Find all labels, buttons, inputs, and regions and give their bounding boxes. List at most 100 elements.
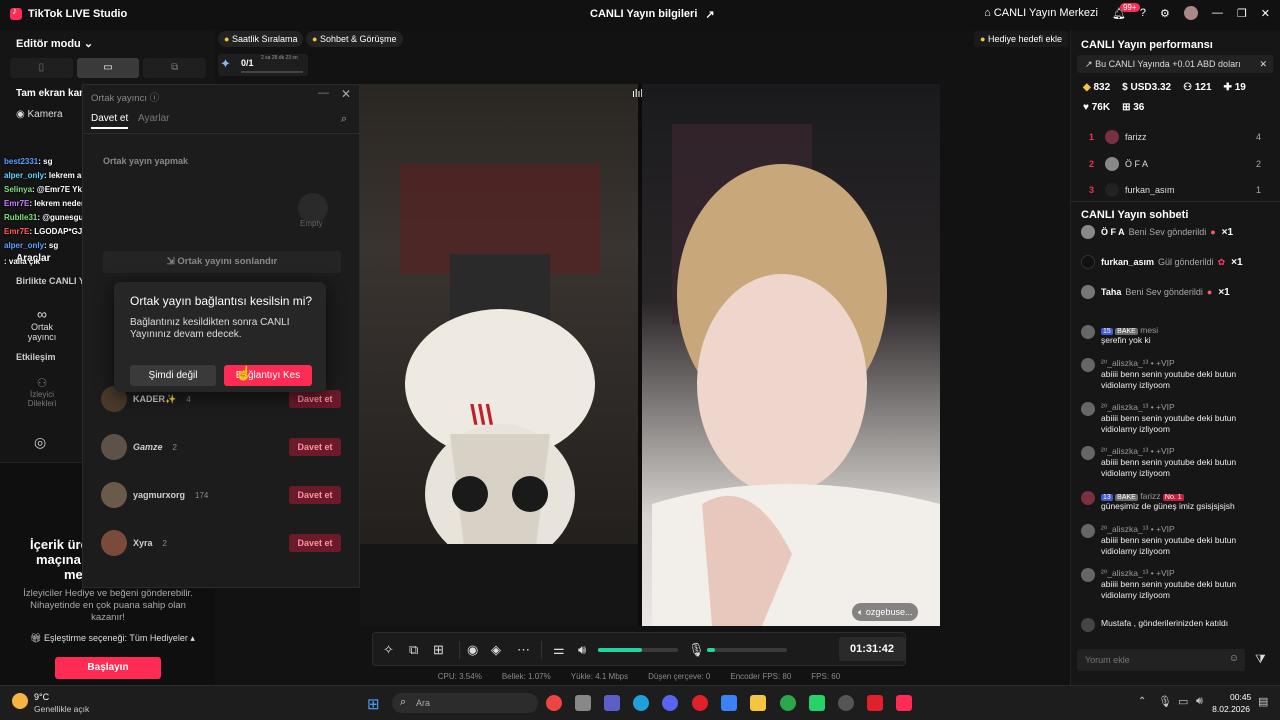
portrait-mode-tab[interactable]: ▯ [10,58,73,78]
minimize-icon[interactable]: — [318,87,329,99]
landscape-mode-tab[interactable]: ▭ [76,58,140,78]
close-icon[interactable]: ✕ [1259,55,1267,73]
help-icon[interactable]: ? [1140,7,1146,19]
chat-call-pill[interactable]: ● Sohbet & Görüşme [306,31,403,47]
end-cohost-button[interactable]: ⇲ Ortak yayını sonlandır [103,251,341,273]
live-center-button[interactable]: ⌂ CANLI Yayın Merkezi [984,7,1098,19]
editor-mode-dropdown[interactable]: Editör modu ⌄ [16,37,93,50]
start-button[interactable]: Başlayın [55,657,161,679]
teams-icon[interactable] [604,695,620,711]
camera-source[interactable]: ◉ Kamera [16,109,63,120]
comment-input[interactable] [1077,649,1217,671]
youtube-icon[interactable] [867,695,883,711]
dialog-body: Bağlantınız kesildikten sonra CANLI Yayı… [130,317,290,340]
invite-button[interactable]: Davet et [289,534,341,552]
discord-icon[interactable] [662,695,678,711]
notification-bell-icon[interactable]: 🔔︎ 99+ [1112,2,1140,20]
live-info-button[interactable]: CANLI Yayın bilgileri ↗ [590,8,715,21]
chrome-alt-icon[interactable] [780,695,796,711]
avatar [1105,157,1119,171]
edge-icon[interactable] [633,695,649,711]
fan-badge: BAKE [1115,494,1138,501]
obs-icon[interactable] [838,695,854,711]
opera-icon[interactable] [692,695,708,711]
chrome-icon[interactable] [546,695,562,711]
gift-action: Gül gönderildi [1158,257,1214,267]
hourly-ranking-label: Saatlik Sıralama [231,34,298,44]
join-notice: Mustafa , gönderilerinizden katıldı [1081,618,1273,632]
filter-icon[interactable]: ⧩ [1255,652,1266,667]
divider [1071,201,1280,202]
together-live-heading: Birlikte CANLI Y [16,276,85,286]
tab-settings[interactable]: Ayarlar [138,113,170,124]
windows-start-icon[interactable]: ⊞ [367,695,380,713]
comment-input-box[interactable]: ☺ [1077,649,1245,671]
speaker-icon[interactable]: 🔊︎ [578,642,586,658]
microphone-icon[interactable]: 🎙︎ [688,642,705,658]
search-icon[interactable]: ⌕ [341,113,347,126]
clock-date: 8.02.2026 [1212,704,1250,714]
tray-mic-icon[interactable]: 🎙︎ [1158,695,1172,708]
link-icon: ∞ [37,306,47,322]
tab-invite[interactable]: Davet et [91,113,129,129]
chat-call-label: Sohbet & Görüşme [319,34,397,44]
tiktok-studio-icon[interactable] [896,695,912,711]
invite-button[interactable]: Davet et [289,486,341,504]
gift-feed-item: furkan_asım Gül gönderildi ✿ ×1 [1081,255,1271,269]
match-option-selector[interactable]: 🎁︎ Eşleştirme seçeneği: Tüm Hediyeler ▴ [30,633,195,644]
invitee-name: Xyra [133,538,153,548]
profile-avatar[interactable] [1183,6,1198,20]
close-icon[interactable]: ✕ [341,87,351,101]
comment-text: abiiii benn senin youtube deki butun vid… [1101,457,1237,478]
promo-description: İzleyiciler Hediye ve beğeni gönderebili… [23,588,193,623]
mail-icon[interactable] [721,695,737,711]
guest-name-label: ozgebuse... [865,607,913,617]
notification-icon[interactable]: ▤ [1258,695,1268,708]
store-icon[interactable] [575,695,591,711]
record-icon[interactable]: ◉ [467,642,478,658]
guest-name-tag[interactable]: 🔈︎ ozgebuse... [852,603,919,621]
level-badge: 13 [1101,494,1113,501]
emoji-icon[interactable]: ☺ [1229,653,1239,664]
tiktok-logo-icon [10,6,22,20]
gift-goal-button[interactable]: ● Hediye hedefi ekle [974,31,1069,47]
coin-icon: ◆ [1083,82,1091,93]
avatar [1081,255,1095,269]
live-video-preview: \\\ ılıl 🔈︎ ozgebuse... [360,84,940,626]
not-now-button[interactable]: Şimdi değil [130,365,216,386]
volume-slider[interactable] [598,648,678,652]
tray-chevron-up-icon[interactable]: ⌃ [1138,696,1146,707]
layout-icon[interactable]: ⊞ [433,642,444,658]
tray-network-icon[interactable]: ▭ [1178,695,1188,708]
viewers-stat: ⚇ 121 [1183,82,1211,93]
invite-button[interactable]: Davet et [289,438,341,456]
folder-icon[interactable] [750,695,766,711]
taskbar-search[interactable]: ⌕ Ara [392,693,538,713]
minimize-icon[interactable]: — [1212,7,1223,19]
goal-progress[interactable]: ✦ 0/1 2 sa 28 dk 23 sn [218,54,308,76]
settings-gear-icon[interactable]: ⚙ [1160,7,1170,20]
more-icon[interactable]: ⋯ [517,642,530,658]
dual-mode-tab[interactable]: ⧉ [143,58,207,78]
whatsapp-icon[interactable] [809,695,825,711]
chat-comment: ²⁰_aliszka_¹³ • +VIP abiiii benn senin yo… [1081,446,1273,479]
effects-icon[interactable]: ◈ [491,642,501,658]
weather-icon[interactable] [12,693,28,709]
add-source-icon[interactable]: ⧉ [409,642,418,658]
bulb-icon: ● [980,34,986,44]
maximize-icon[interactable]: ❐ [1237,7,1247,20]
equalizer-icon[interactable]: ⚌ [553,642,565,658]
chat-user: alper_only [4,171,45,180]
mouse-cursor-icon: ☝ [235,365,253,381]
cohost-tool[interactable]: ∞ Ortak yayıncı [16,306,68,342]
viewer-wishes-tool[interactable]: ⚇ İzleyici Dilekleri [16,376,68,408]
timer-tool-icon[interactable]: ◎ [34,434,46,451]
mic-slider[interactable] [707,648,787,652]
close-icon[interactable]: ✕ [1261,7,1270,20]
disconnect-dialog: Ortak yayın bağlantısı kesilsin mi? Bağl… [114,282,326,392]
chat-comment: ²⁰_aliszka_¹³ • +VIP abiiii benn senin yo… [1081,402,1273,435]
hourly-ranking-pill[interactable]: ● Saatlik Sıralama [218,31,304,47]
home-icon: ⌂ [984,7,991,19]
invite-button[interactable]: Davet et [289,390,341,408]
magic-wand-icon[interactable]: ✧ [383,642,394,658]
